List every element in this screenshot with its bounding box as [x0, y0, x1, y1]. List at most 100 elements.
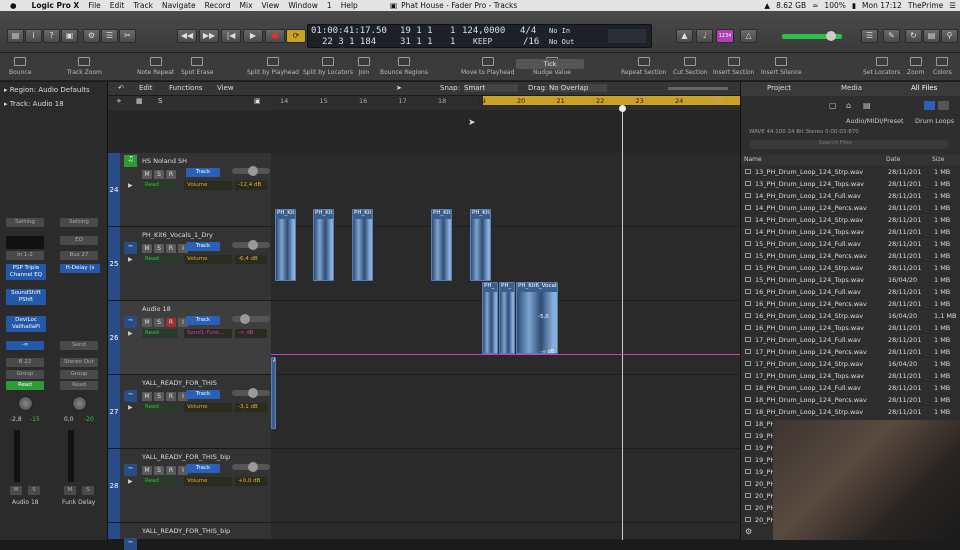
disclosure-triangle-icon[interactable]: ▶ [128, 404, 133, 411]
tuner-button[interactable]: ▲ [676, 29, 693, 43]
list-icon[interactable]: ☰ [949, 1, 956, 10]
plugin-slot-3[interactable]: DeviLoc VallhallaPl [6, 316, 46, 332]
file-row[interactable]: 15_PH_Drum_Loop_124_Percs.wav 28/11/201 1 … [741, 250, 960, 262]
group-slot[interactable]: Group [6, 370, 44, 379]
toolbar-move-to-playhead-button[interactable]: Move to Playhead [461, 57, 514, 76]
path-segment[interactable]: Audio/MIDI/Preset [846, 117, 904, 125]
plugin-slot-2[interactable]: SoundShift PShft [6, 289, 46, 305]
menu-file[interactable]: File [88, 1, 101, 10]
file-row[interactable]: 14_PH_Drum_Loop_124_Full.wav 28/11/201 1 M… [741, 190, 960, 202]
track-header[interactable]: 28 YALL_READY_FOR_THIS_bip ∼ M S R I Track ▶ Read… [108, 449, 271, 523]
send-slot[interactable]: Send [60, 341, 98, 350]
menu-window[interactable]: Window [288, 1, 318, 10]
mute-button[interactable]: M [10, 486, 22, 495]
mute-button[interactable]: M [142, 466, 152, 475]
status-icon[interactable]: ▲ [764, 1, 770, 10]
list-view-button[interactable] [924, 101, 935, 110]
bar-ruler[interactable]: 14 15 16 17 18 19 20 21 22 23 24 25 [271, 96, 740, 106]
audio-region[interactable]: PH_Kit [352, 209, 373, 281]
pointer-tool-icon[interactable]: ➤ [396, 84, 402, 92]
file-row[interactable]: 13_PH_Drum_Loop_124_Tops.wav 28/11/201 1 M… [741, 178, 960, 190]
automation-parameter[interactable]: Volume [184, 403, 232, 412]
smart-controls-button[interactable]: ⚙ [83, 29, 100, 43]
playhead[interactable] [622, 106, 623, 540]
track-volume-slider[interactable] [232, 240, 270, 250]
audio-region[interactable]: PH_Kit6_Vocals [516, 282, 558, 354]
menu-view[interactable]: View [262, 1, 280, 10]
solo-button[interactable]: S [154, 170, 164, 179]
notepad-button[interactable]: ✎ [883, 29, 900, 43]
region-inspector-header[interactable]: ▸ Region: Audio Defaults [4, 86, 90, 94]
wifi-icon[interactable]: ≈ [812, 1, 818, 10]
editors-button[interactable]: ✂ [119, 29, 136, 43]
volume-knob[interactable] [248, 240, 258, 250]
file-row[interactable]: 13_PH_Drum_Loop_124_Strp.wav 28/11/201 1 M… [741, 166, 960, 178]
snap-select[interactable]: Smart [464, 84, 518, 92]
menu-navigate[interactable]: Navigate [162, 1, 196, 10]
global-tracks-icon[interactable]: ▣ [254, 97, 261, 105]
automation-value[interactable]: -∞ dB [235, 329, 267, 338]
toolbar-cut-section-button[interactable]: Cut Section [673, 57, 708, 76]
functions-menu[interactable]: Functions [169, 84, 202, 92]
solo-button[interactable]: S [154, 392, 164, 401]
track-lane[interactable] [271, 449, 740, 523]
track-button[interactable]: Track [186, 316, 220, 325]
settings-gear-icon[interactable]: ⚙ [745, 527, 752, 536]
mute-button[interactable]: M [142, 170, 152, 179]
inspector-button[interactable]: i [25, 29, 42, 43]
file-row[interactable]: 14_PH_Drum_Loop_124_Strp.wav 28/11/201 1 M… [741, 214, 960, 226]
back-arrow-icon[interactable]: ↶ [118, 84, 124, 92]
send-slot[interactable]: -∞ [6, 341, 44, 350]
audio-region-small[interactable]: A [271, 357, 276, 429]
file-row[interactable]: 16_PH_Drum_Loop_124_Tops.wav 28/11/201 1 M… [741, 322, 960, 334]
track-name[interactable]: YALL_READY_FOR_THIS_bip [142, 453, 230, 461]
automation-parameter[interactable]: Volume [184, 255, 232, 264]
clock[interactable]: Mon 17:12 [862, 1, 902, 10]
memory-indicator[interactable]: 8.62 GB [776, 1, 806, 10]
toolbar-repeat-section-button[interactable]: Repeat Section [621, 57, 666, 76]
count-in-button[interactable]: ♩ [696, 29, 713, 43]
plugin-slot-1[interactable]: PSP Triple Channel EQ [6, 264, 46, 280]
automation-mode[interactable]: Read [142, 255, 178, 264]
lcd-tempo[interactable]: 124,0000 [462, 26, 505, 36]
file-row[interactable]: 18_PH_Drum_Loop_124_Full.wav 28/11/201 1 M… [741, 382, 960, 394]
menu-edit[interactable]: Edit [110, 1, 125, 10]
file-row[interactable]: 16_PH_Drum_Loop_124_Strp.wav 16/04/20 1,1 … [741, 310, 960, 322]
plugin-slot-1[interactable]: H-Delay (s [60, 264, 100, 273]
master-volume-knob[interactable] [826, 31, 836, 41]
audio-region[interactable]: PH_Kit [470, 209, 491, 281]
track-volume-slider[interactable] [232, 314, 270, 324]
audio-region[interactable]: PH_ [499, 282, 515, 354]
output-slot[interactable]: Stereo Out [60, 358, 98, 367]
col-date[interactable]: Date [886, 156, 900, 163]
track-button[interactable]: Track [186, 168, 220, 177]
solo-header-button[interactable]: S [158, 97, 162, 105]
track-name[interactable]: HS Noland SH [142, 157, 187, 165]
toolbar-split-by-locators-button[interactable]: Split by Locators [303, 57, 353, 76]
track-lane[interactable] [271, 375, 740, 449]
audio-region[interactable]: PH_ [482, 282, 498, 354]
lcd-tempo-mode[interactable]: KEEP [473, 37, 492, 46]
pan-knob[interactable] [18, 396, 33, 411]
edit-menu[interactable]: Edit [139, 84, 153, 92]
cycle-button[interactable]: ⟳ [286, 29, 306, 43]
mute-tool-icon[interactable]: ▦ [136, 97, 143, 105]
record-button[interactable]: ● [265, 29, 285, 43]
automation-parameter[interactable]: Volume [184, 477, 232, 486]
automation-read[interactable]: Read [6, 381, 44, 390]
record-arm-button[interactable]: R [166, 170, 176, 179]
record-arm-button[interactable]: R [166, 392, 176, 401]
menu-mix[interactable]: Mix [240, 1, 253, 10]
toolbar-zoom-button[interactable]: Zoom [907, 57, 924, 76]
track-header[interactable]: 24 HS Noland SH ♫ M S R Track ▶ Read Volume -12,4 … [108, 153, 271, 227]
automation-mode[interactable]: Read [142, 477, 178, 486]
track-name[interactable]: YALL_READY_FOR_THIS [142, 379, 217, 387]
cpu-meter[interactable] [608, 29, 646, 43]
input-slot[interactable]: In 1-2 [6, 251, 44, 260]
track-volume-slider[interactable] [232, 388, 270, 398]
volume-knob[interactable] [248, 388, 258, 398]
pan-knob[interactable] [72, 396, 87, 411]
toolbar-split-by-playhead-button[interactable]: Split by Playhead [247, 57, 299, 76]
track-header[interactable]: 25 PH_Kit6_Vocals_1_Dry ∼ M S R I Track ▶ Read Vol… [108, 227, 271, 301]
lcd-signature[interactable]: 4/4 [520, 26, 536, 36]
